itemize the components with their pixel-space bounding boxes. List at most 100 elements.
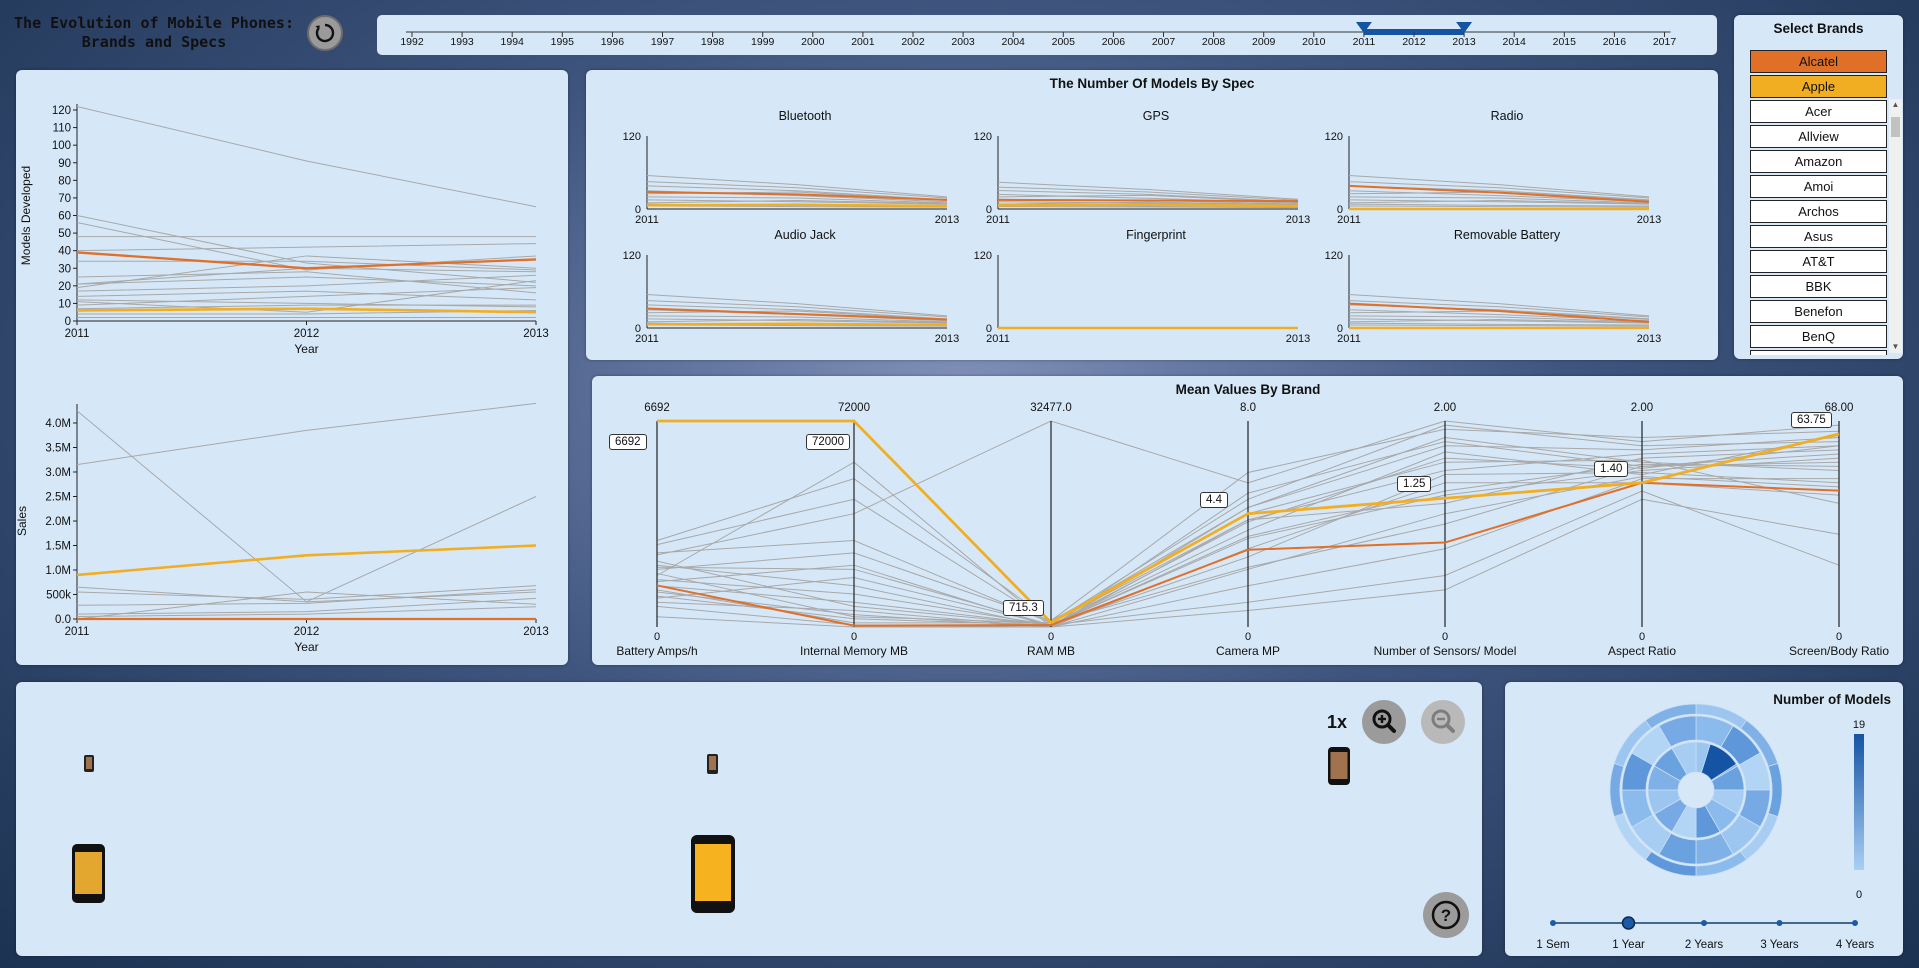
x-end-label: 2013 [935,333,959,345]
brand-item[interactable]: Amazon [1750,150,1887,173]
x-tick-label: 2011 [65,328,90,340]
timeline-year-label: 2013 [1452,36,1476,48]
zoom-in-button[interactable] [1362,700,1406,744]
x-tick-label: 2013 [523,626,549,638]
axis-max-label: 6692 [644,402,670,414]
timeline-year-label: 2015 [1553,36,1577,48]
y-tick-label: 100 [52,140,71,152]
mean-value-callout: 6692 [609,434,647,450]
brand-item[interactable]: Acer [1750,100,1887,123]
mean-value-callout: 4.4 [1200,491,1228,508]
timespan-slider-stop[interactable] [1550,920,1556,926]
timespan-label: 1 Sem [1536,939,1569,951]
timeline-year-label: 2001 [851,36,875,48]
timespan-label: 2 Years [1685,939,1724,951]
scroll-down-icon[interactable]: ▼ [1889,341,1902,353]
mean-value-callout: 1.25 [1397,476,1432,493]
x-start-label: 2011 [986,214,1010,226]
x-start-label: 2011 [635,333,659,345]
axis-max-label: 2.00 [1631,402,1653,414]
timeline-year-label: 2008 [1202,36,1226,48]
x-tick-label: 2011 [65,626,90,638]
axis-min-label: 0 [1048,631,1054,643]
brand-item[interactable]: Apple [1750,75,1887,98]
y-tick-label: 70 [58,193,71,205]
brand-list-scrollbar[interactable]: ▲ ▼ [1889,99,1902,353]
series-line-other-brand [76,410,537,603]
brand-item[interactable]: BenQ [1750,325,1887,348]
brand-item[interactable]: Benefon [1750,300,1887,323]
x-end-label: 2013 [1637,214,1661,226]
legend-min-label: 0 [1856,889,1862,901]
series-line-other-brand [76,290,537,301]
phone-size-panel: 1x ? [16,682,1482,956]
x-axis-title: Year [294,640,318,654]
brand-list: Alcatel Apple Acer Allview Amazon Amoi Archos A… [1750,50,1887,355]
y-tick-label: 110 [53,123,71,135]
x-tick-label: 2013 [523,328,549,340]
axis-min-label: 0 [1442,631,1448,643]
timeline-year-label: 1995 [551,36,575,48]
y-tick-label: 3.5M [45,443,71,455]
legend-max-label: 19 [1853,719,1865,731]
scroll-up-icon[interactable]: ▲ [1889,99,1902,111]
zoom-out-button[interactable] [1421,700,1465,744]
x-start-label: 2011 [986,333,1010,345]
axis-label: Number of Sensors/ Model [1374,644,1517,658]
x-axis-title: Year [294,342,318,356]
brand-item[interactable]: BBK [1750,275,1887,298]
timeline-year-label: 2017 [1653,36,1677,48]
series-line-other-brand [76,215,537,283]
y-max-label: 120 [623,250,641,262]
x-end-label: 2013 [1286,333,1310,345]
timespan-slider-stop[interactable] [1701,920,1707,926]
spec-panel-title: Radio [1491,109,1524,123]
timeline-year-label: 1992 [400,36,424,48]
axis-max-label: 32477.0 [1030,402,1072,414]
brand-item[interactable]: BenQ-Siemens [1750,350,1887,355]
color-legend-bar [1854,734,1864,870]
timespan-label: 3 Years [1760,939,1799,951]
models-by-spec-chart: The Number Of Models By Spec Bluetooth 120… [623,76,1662,345]
y-tick-label: 20 [58,281,71,293]
x-end-label: 2013 [1637,333,1661,345]
y-max-label: 120 [974,250,992,262]
timespan-slider-stop[interactable] [1776,920,1783,926]
brand-item[interactable]: Allview [1750,125,1887,148]
spec-panel-title: GPS [1143,109,1169,123]
brand-item[interactable]: Asus [1750,225,1887,248]
x-tick-label: 2012 [294,328,320,340]
brand-item[interactable]: Archos [1750,200,1887,223]
models-count-panel: Number of Models 19 0 1 Sem 1 Year 2 Years 3 … [1505,682,1903,956]
phone-icon [691,835,735,913]
y-tick-label: 50 [58,228,71,240]
axis-label: Battery Amps/h [616,644,697,658]
help-button[interactable]: ? [1423,892,1469,938]
year-timeline[interactable]: 1992 1993 1994 1995 1996 1997 1998 1999 2000 2001… [377,15,1717,55]
axis-min-label: 0 [851,631,857,643]
series-line-apple [646,203,948,208]
series-line-other-brand [76,299,537,308]
y-max-label: 120 [1325,131,1343,143]
y-tick-label: 120 [52,105,71,117]
app-title: The Evolution of Mobile Phones: Brands a… [14,14,294,52]
y-tick-label: 2.0M [45,516,71,528]
help-icon: ? [1431,900,1461,930]
y-max-label: 120 [1325,250,1343,262]
year-timeline-svg[interactable]: 1992 1993 1994 1995 1996 1997 1998 1999 2000 2001… [377,15,1717,55]
brand-item[interactable]: AT&T [1750,250,1887,273]
zoom-level: 1x [1327,712,1348,732]
brand-item[interactable]: Amoi [1750,175,1887,198]
timespan-slider-stop[interactable] [1852,920,1858,926]
axis-label: RAM MB [1027,644,1075,658]
reset-button[interactable] [307,15,343,51]
timespan-slider-handle[interactable] [1621,916,1636,930]
brand-item[interactable]: Alcatel [1750,50,1887,73]
spec-panel: The Number Of Models By Spec Bluetooth 120… [586,70,1718,360]
scroll-thumb[interactable] [1891,117,1900,137]
timeline-year-label: 2005 [1052,36,1076,48]
timeline-year-label: 2000 [801,36,825,48]
timeline-year-label: 1999 [751,36,775,48]
x-tick-label: 2012 [294,626,320,638]
timeline-year-label: 2014 [1503,36,1527,48]
